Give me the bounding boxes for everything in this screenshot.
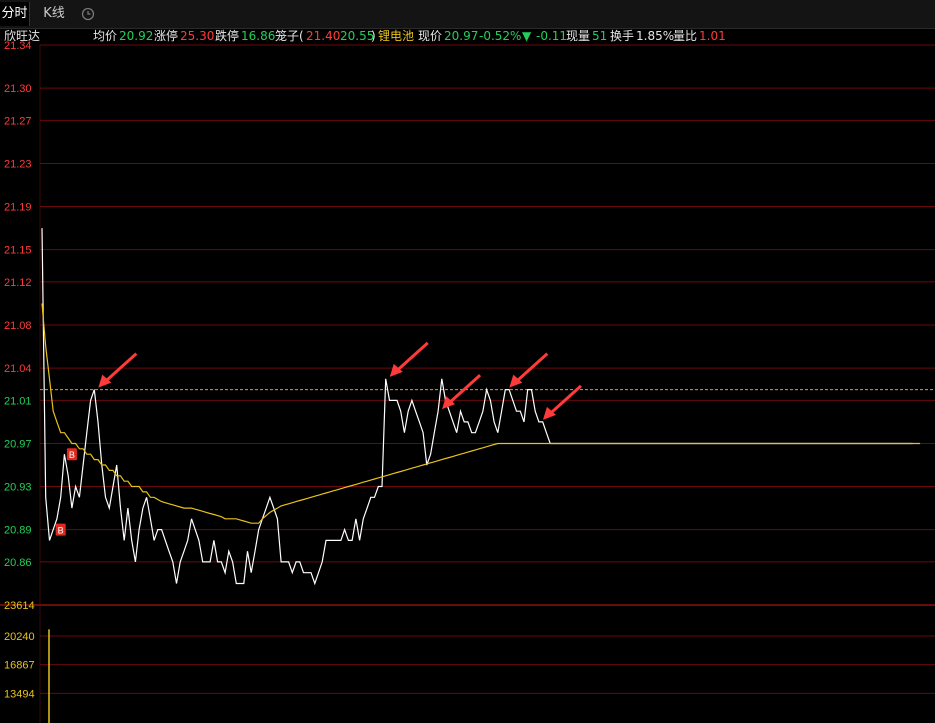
price-tick-label: 21.04 — [4, 363, 32, 375]
volume-tick-label: 13494 — [4, 688, 35, 700]
price-tick-label: 20.97 — [4, 438, 32, 450]
avg-price-line — [41, 303, 921, 524]
price-tick-label: 21.23 — [4, 158, 32, 170]
annotation-arrow-shaft — [396, 341, 429, 371]
price-tick-label: 21.34 — [4, 40, 32, 52]
price-line — [41, 228, 913, 586]
price-tick-label: 21.30 — [4, 83, 32, 95]
annotation-arrow-shaft — [105, 352, 138, 382]
price-tick-label: 21.01 — [4, 395, 32, 407]
intraday-chart[interactable]: 21.34 21.30 21.27 21.23 21.19 21.15 21.12 21.08… — [0, 0, 935, 723]
volume-tick-label: 23614 — [4, 600, 35, 612]
price-tick-label: 20.86 — [4, 557, 32, 569]
buy-marker-label: B — [69, 450, 75, 460]
price-tick-label: 20.89 — [4, 525, 32, 537]
price-tick-label: 20.93 — [4, 482, 32, 494]
price-tick-label: 21.12 — [4, 277, 32, 289]
price-tick-label: 21.15 — [4, 245, 32, 257]
price-tick-label: 21.19 — [4, 202, 32, 214]
buy-marker-label: B — [58, 526, 64, 536]
annotation-arrow-shaft — [516, 352, 549, 382]
volume-tick-label: 16867 — [4, 660, 35, 672]
annotation-arrow-shaft — [449, 374, 482, 404]
price-tick-label: 21.08 — [4, 320, 32, 332]
volume-tick-label: 20240 — [4, 631, 35, 643]
price-tick-label: 21.27 — [4, 115, 32, 127]
